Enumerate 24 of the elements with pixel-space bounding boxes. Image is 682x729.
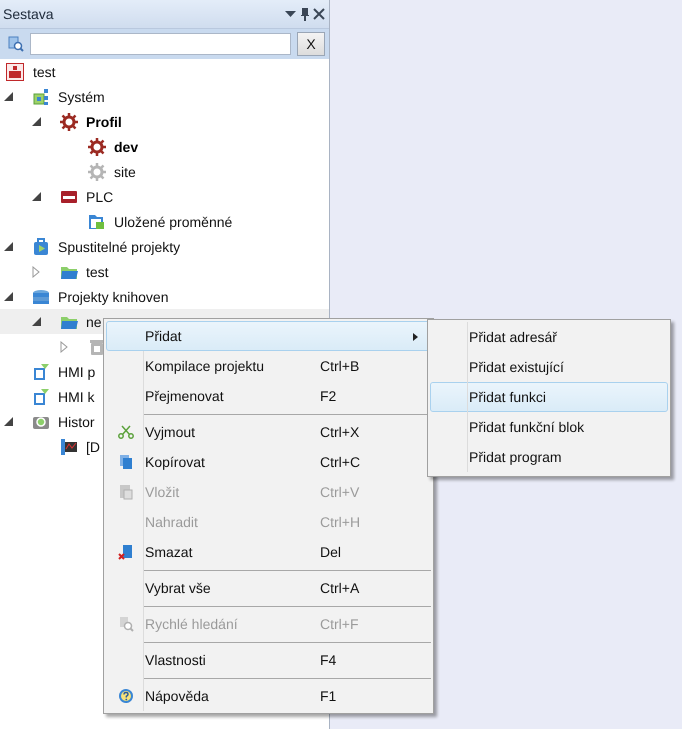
menu-item-label: Vložit — [145, 484, 180, 500]
shortcut-label: F2 — [320, 388, 336, 404]
menu-item-label: Kompilace projektu — [145, 358, 266, 374]
menu-item-label: Vybrat vše — [145, 580, 212, 596]
shortcut-label: F1 — [320, 688, 336, 704]
menu-item-label: Vlastnosti — [145, 652, 207, 668]
shortcut-label: Ctrl+B — [320, 358, 360, 374]
shortcut-label: Ctrl+H — [320, 514, 360, 530]
panel-title: Sestava — [3, 6, 55, 22]
shortcut-label: Ctrl+F — [320, 616, 358, 632]
shortcut-label: Ctrl+C — [320, 454, 360, 470]
shortcut-label: Del — [320, 544, 342, 560]
shortcut-label: Ctrl+A — [320, 580, 360, 596]
menu-item-label: Přejmenovat — [145, 388, 225, 404]
menu-item-label: Smazat — [145, 544, 194, 560]
menu-item-label: Rychlé hledání — [145, 616, 239, 632]
shortcut-label: F4 — [320, 652, 336, 668]
menu-item-label: Kopírovat — [145, 454, 206, 470]
shortcut-label: Ctrl+X — [320, 424, 360, 440]
menu-item-label: Nahradit — [145, 514, 199, 530]
menu-item-label: Vyjmout — [145, 424, 196, 440]
menu-item-label: Nápověda — [145, 688, 210, 704]
shortcut-label: Ctrl+V — [320, 484, 360, 500]
menu-item-label: Přidat — [145, 328, 183, 344]
